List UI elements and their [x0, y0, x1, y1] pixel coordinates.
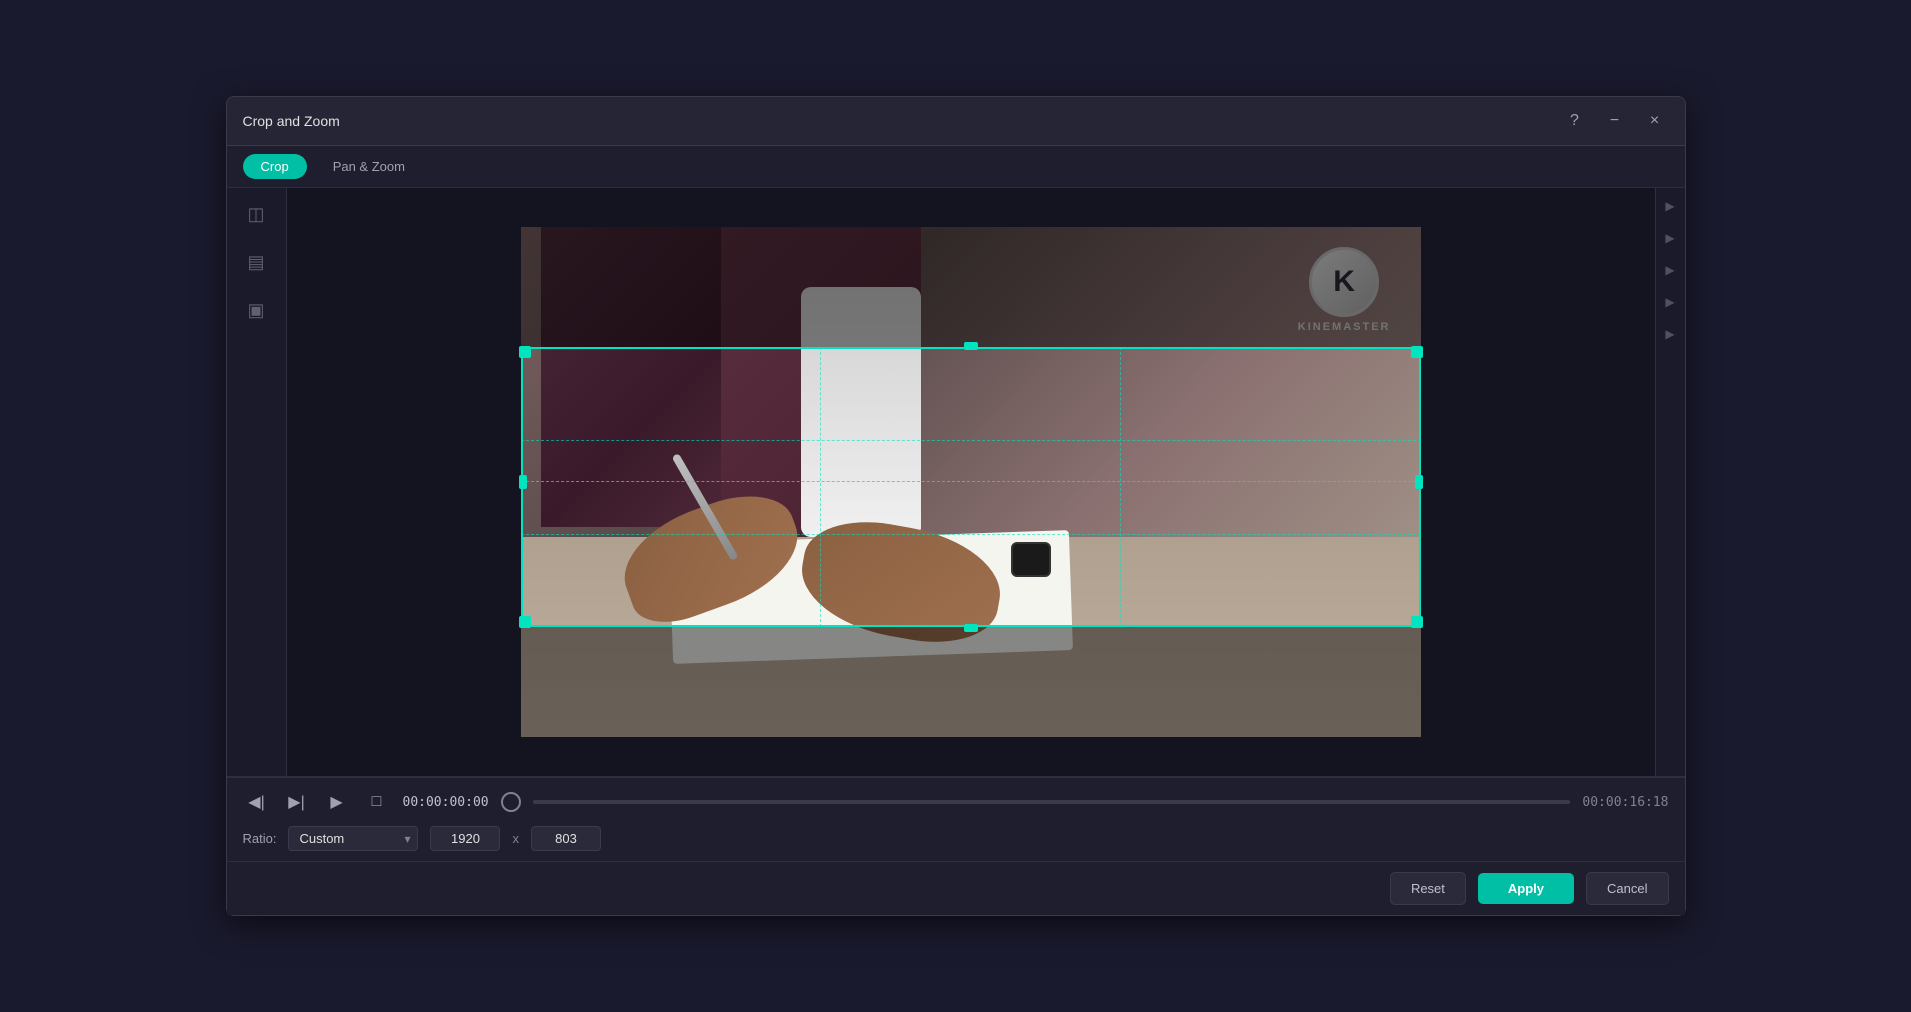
current-time: 00:00:00:00	[403, 795, 489, 810]
left-panel-icon-2[interactable]: ▤	[238, 244, 274, 280]
watermark-text: KINEMASTER	[1298, 321, 1391, 333]
shirt	[801, 287, 921, 537]
cancel-button[interactable]: Cancel	[1586, 872, 1668, 905]
play-button[interactable]: ▶	[323, 788, 351, 816]
dimension-separator: x	[512, 831, 519, 846]
timeline-bar[interactable]	[533, 800, 1571, 804]
watch	[1011, 542, 1051, 577]
help-button[interactable]: ?	[1561, 107, 1589, 135]
video-area: K KINEMASTER	[287, 188, 1655, 776]
right-panel-icon-5[interactable]: ▶	[1660, 324, 1680, 344]
fullscreen-button[interactable]: □	[363, 788, 391, 816]
ratio-label: Ratio:	[243, 831, 277, 846]
title-bar: Crop and Zoom ? − ×	[227, 97, 1685, 146]
right-panel-icon-3[interactable]: ▶	[1660, 260, 1680, 280]
width-input[interactable]	[430, 826, 500, 851]
title-bar-controls: ? − ×	[1561, 107, 1669, 135]
action-row: Reset Apply Cancel	[227, 861, 1685, 915]
apply-button[interactable]: Apply	[1478, 873, 1574, 904]
playhead-circle[interactable]	[501, 792, 521, 812]
right-panel-icon-1[interactable]: ▶	[1660, 196, 1680, 216]
right-panel-icon-4[interactable]: ▶	[1660, 292, 1680, 312]
playback-row: ◀| ▶| ▶ □ 00:00:00:00 00:00:16:18	[243, 788, 1669, 816]
right-panel-icon-2[interactable]: ▶	[1660, 228, 1680, 248]
ratio-select[interactable]: Custom	[288, 826, 418, 851]
ratio-row: Ratio: Custom x	[243, 826, 1669, 851]
video-scene: K KINEMASTER	[521, 227, 1421, 737]
watermark: K KINEMASTER	[1298, 247, 1391, 333]
minimize-button[interactable]: −	[1601, 107, 1629, 135]
tab-pan-zoom[interactable]: Pan & Zoom	[315, 154, 423, 179]
dialog-title: Crop and Zoom	[243, 113, 340, 129]
tabs-row: Crop Pan & Zoom	[227, 146, 1685, 188]
crop-and-zoom-dialog: Crop and Zoom ? − × Crop Pan & Zoom ◫ ▤ …	[226, 96, 1686, 916]
reset-button[interactable]: Reset	[1390, 872, 1466, 905]
ratio-select-wrapper: Custom	[288, 826, 418, 851]
main-content: ◫ ▤ ▣	[227, 188, 1685, 776]
video-container: K KINEMASTER	[521, 227, 1421, 737]
watermark-logo: K	[1309, 247, 1379, 317]
total-time: 00:00:16:18	[1582, 795, 1668, 810]
left-panel-icon-1[interactable]: ◫	[238, 196, 274, 232]
bottom-section: ◀| ▶| ▶ □ 00:00:00:00 00:00:16:18 Ratio:…	[227, 776, 1685, 915]
left-panel-icon-3[interactable]: ▣	[238, 292, 274, 328]
close-button[interactable]: ×	[1641, 107, 1669, 135]
left-panel: ◫ ▤ ▣	[227, 188, 287, 776]
bottom-controls: ◀| ▶| ▶ □ 00:00:00:00 00:00:16:18 Ratio:…	[227, 777, 1685, 861]
right-panel: ▶ ▶ ▶ ▶ ▶	[1655, 188, 1685, 776]
play-frame-button[interactable]: ▶|	[283, 788, 311, 816]
step-back-button[interactable]: ◀|	[243, 788, 271, 816]
height-input[interactable]	[531, 826, 601, 851]
tab-crop[interactable]: Crop	[243, 154, 307, 179]
